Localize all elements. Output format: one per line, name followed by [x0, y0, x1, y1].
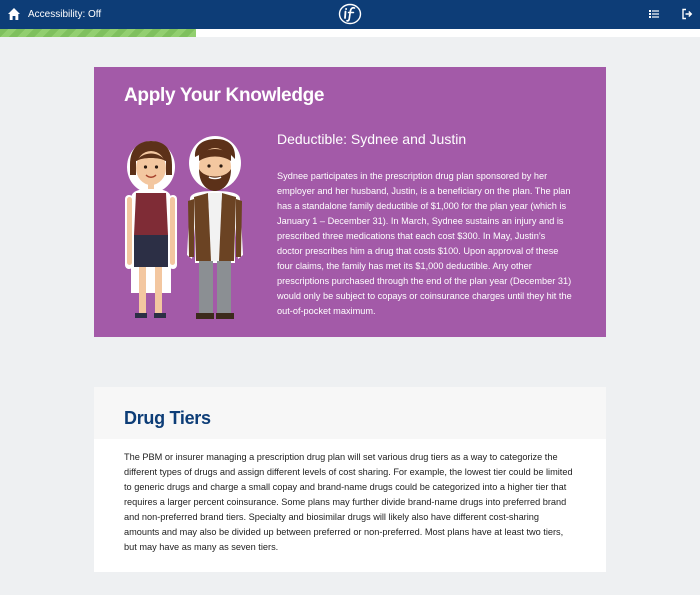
progress-bar [0, 29, 700, 37]
accessibility-toggle[interactable]: Accessibility: Off [28, 8, 101, 21]
drug-tiers-heading: Drug Tiers [124, 408, 211, 428]
home-icon[interactable] [7, 7, 21, 21]
list-menu-icon[interactable] [648, 8, 660, 20]
man-figure [187, 136, 243, 319]
exit-icon[interactable] [681, 8, 693, 20]
drug-tiers-card: Drug Tiers The PBM or insurer managing a… [94, 387, 606, 572]
woman-figure [125, 141, 177, 318]
apply-knowledge-heading: Apply Your Knowledge [124, 85, 325, 106]
scenario-subheading: Deductible: Sydnee and Justin [277, 131, 467, 147]
apply-knowledge-card: Apply Your Knowledge Deductible: Sydnee … [94, 67, 606, 337]
if-logo [338, 3, 362, 25]
drug-tiers-text: The PBM or insurer managing a prescripti… [124, 452, 573, 552]
couple-illustration [125, 136, 243, 319]
progress-bar-fill [0, 29, 196, 37]
scenario-text: Sydnee participates in the prescription … [277, 171, 572, 316]
top-bar: Accessibility: Off [0, 0, 700, 29]
